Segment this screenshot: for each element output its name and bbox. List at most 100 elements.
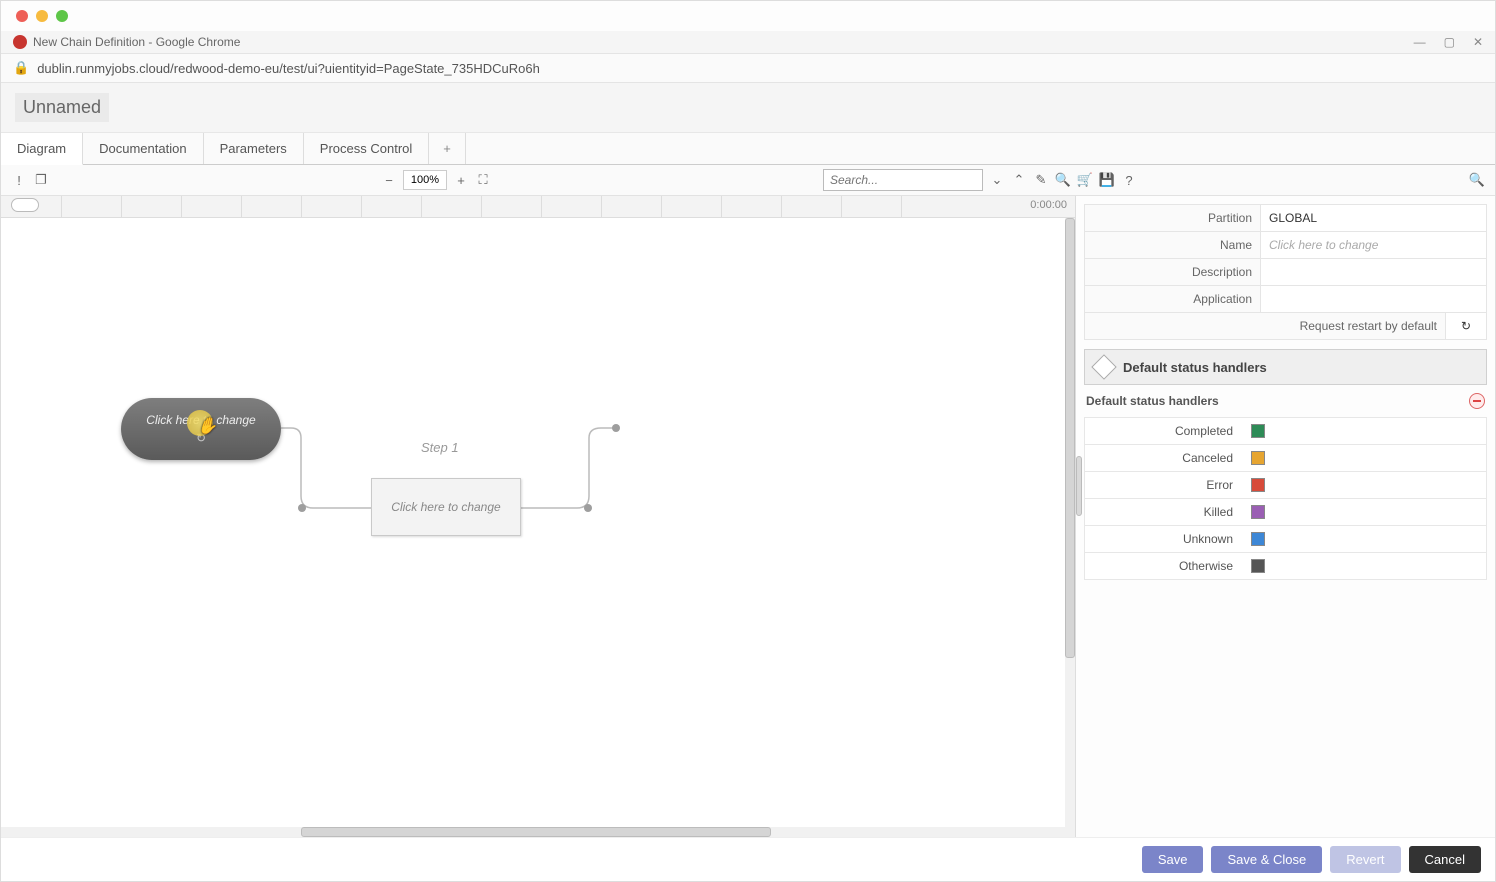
- validate-icon[interactable]: !: [11, 172, 27, 188]
- edit-icon[interactable]: ✎: [1033, 172, 1049, 188]
- prop-name-value[interactable]: Click here to change: [1261, 232, 1486, 258]
- search-input[interactable]: [823, 169, 983, 191]
- connector-dot-left[interactable]: [298, 504, 306, 512]
- status-action-cell[interactable]: [1269, 553, 1486, 579]
- connector-dot-end[interactable]: [612, 424, 620, 432]
- connector-dot-right[interactable]: [584, 504, 592, 512]
- fullscreen-icon[interactable]: ⛶: [475, 172, 491, 188]
- step-1-box[interactable]: Click here to change: [371, 478, 521, 536]
- window-minimize-icon[interactable]: —: [1414, 35, 1426, 49]
- status-row-completed[interactable]: Completed: [1084, 417, 1487, 445]
- tab-documentation[interactable]: Documentation: [83, 133, 203, 164]
- cart-icon[interactable]: 🛒: [1077, 172, 1093, 188]
- zoom-input[interactable]: [403, 170, 447, 190]
- status-label: Error: [1085, 472, 1241, 498]
- step-1-box-text: Click here to change: [391, 500, 500, 514]
- page-title[interactable]: Unnamed: [15, 93, 109, 122]
- prop-partition-label: Partition: [1085, 205, 1261, 231]
- prop-name[interactable]: Name Click here to change: [1084, 231, 1487, 259]
- status-swatch: [1241, 553, 1269, 579]
- save-button[interactable]: Save: [1142, 846, 1204, 873]
- status-row-otherwise[interactable]: Otherwise: [1084, 552, 1487, 580]
- splitter-handle[interactable]: [1076, 456, 1082, 516]
- tab-process-control[interactable]: Process Control: [304, 133, 429, 164]
- tab-diagram[interactable]: Diagram: [1, 133, 83, 165]
- save-icon[interactable]: 💾: [1099, 172, 1115, 188]
- prop-restart-label: Request restart by default: [1085, 313, 1446, 339]
- step-1-label: Step 1: [421, 440, 459, 455]
- prop-name-label: Name: [1085, 232, 1261, 258]
- prop-description-label: Description: [1085, 259, 1261, 285]
- tabbar: Diagram Documentation Parameters Process…: [1, 133, 1495, 165]
- status-row-killed[interactable]: Killed: [1084, 498, 1487, 526]
- window-close-icon[interactable]: ✕: [1473, 35, 1483, 49]
- delete-icon[interactable]: [1469, 393, 1485, 409]
- start-node[interactable]: Click here to change ↻ ✋: [121, 398, 281, 460]
- find-icon[interactable]: 🔍: [1469, 172, 1485, 188]
- status-swatch: [1241, 526, 1269, 552]
- window-zoom-dot[interactable]: [56, 10, 68, 22]
- status-label: Completed: [1085, 418, 1241, 444]
- window-close-dot[interactable]: [16, 10, 28, 22]
- section-subtitle: Default status handlers: [1086, 394, 1219, 408]
- window-title: New Chain Definition - Google Chrome: [33, 35, 240, 49]
- diamond-icon: [1091, 354, 1116, 379]
- tab-parameters[interactable]: Parameters: [204, 133, 304, 164]
- zoom-in-icon[interactable]: +: [453, 172, 469, 188]
- cancel-button[interactable]: Cancel: [1409, 846, 1481, 873]
- toolbar: ! ❐ − + ⛶ ⌄ ⌃ ✎ 🔍 🛒 💾 ? 🔍: [1, 165, 1495, 196]
- status-label: Canceled: [1085, 445, 1241, 471]
- status-label: Killed: [1085, 499, 1241, 525]
- vertical-scrollbar-thumb[interactable]: [1065, 218, 1075, 658]
- status-swatch: [1241, 499, 1269, 525]
- status-row-error[interactable]: Error: [1084, 471, 1487, 499]
- address-bar[interactable]: 🔒 dublin.runmyjobs.cloud/redwood-demo-eu…: [1, 54, 1495, 83]
- save-close-button[interactable]: Save & Close: [1211, 846, 1322, 873]
- restart-toggle-icon[interactable]: ↻: [1446, 313, 1486, 339]
- prop-application-label: Application: [1085, 286, 1261, 312]
- horizontal-scrollbar-thumb[interactable]: [301, 827, 771, 837]
- status-action-cell[interactable]: [1269, 526, 1486, 552]
- prop-application[interactable]: Application: [1084, 285, 1487, 313]
- status-action-cell[interactable]: [1269, 499, 1486, 525]
- status-action-cell[interactable]: [1269, 472, 1486, 498]
- status-label: Otherwise: [1085, 553, 1241, 579]
- ruler-time: 0:00:00: [1030, 199, 1067, 211]
- zoom-target-icon[interactable]: 🔍: [1055, 172, 1071, 188]
- prop-description[interactable]: Description: [1084, 258, 1487, 286]
- window-minimize-dot[interactable]: [36, 10, 48, 22]
- status-row-unknown[interactable]: Unknown: [1084, 525, 1487, 553]
- search-up-icon[interactable]: ⌃: [1011, 172, 1027, 188]
- mac-titlebar: [1, 1, 1495, 31]
- window-maximize-icon[interactable]: ▢: [1444, 35, 1455, 49]
- status-swatch: [1241, 445, 1269, 471]
- prop-application-value[interactable]: [1261, 286, 1486, 312]
- ruler-handle[interactable]: [11, 198, 39, 212]
- status-action-cell[interactable]: [1269, 445, 1486, 471]
- properties-panel: Partition GLOBAL Name Click here to chan…: [1075, 196, 1495, 837]
- page-title-bar: Unnamed: [1, 83, 1495, 133]
- prop-restart[interactable]: Request restart by default ↻: [1084, 312, 1487, 340]
- zoom-out-icon[interactable]: −: [381, 172, 397, 188]
- prop-partition[interactable]: Partition GLOBAL: [1084, 204, 1487, 232]
- status-swatch: [1241, 472, 1269, 498]
- section-default-status-handlers[interactable]: Default status handlers: [1084, 349, 1487, 385]
- help-icon[interactable]: ?: [1121, 172, 1137, 188]
- diagram-canvas-area: 0:00:00: [1, 196, 1075, 837]
- prop-description-value[interactable]: [1261, 259, 1486, 285]
- diagram-canvas[interactable]: Click here to change ↻ ✋ Step 1 Click he…: [1, 218, 1075, 837]
- connectors: [1, 218, 1075, 837]
- cursor-icon: ✋: [197, 416, 217, 436]
- status-row-canceled[interactable]: Canceled: [1084, 444, 1487, 472]
- tab-add[interactable]: +: [429, 133, 466, 164]
- favicon: [13, 35, 27, 49]
- status-swatch: [1241, 418, 1269, 444]
- status-action-cell[interactable]: [1269, 418, 1486, 444]
- layers-icon[interactable]: ❐: [33, 172, 49, 188]
- search-down-icon[interactable]: ⌄: [989, 172, 1005, 188]
- prop-partition-value[interactable]: GLOBAL: [1261, 205, 1486, 231]
- footer: Save Save & Close Revert Cancel: [1, 837, 1495, 881]
- revert-button[interactable]: Revert: [1330, 846, 1400, 873]
- timeline-ruler[interactable]: 0:00:00: [1, 196, 1075, 218]
- browser-titlebar: New Chain Definition - Google Chrome — ▢…: [1, 31, 1495, 54]
